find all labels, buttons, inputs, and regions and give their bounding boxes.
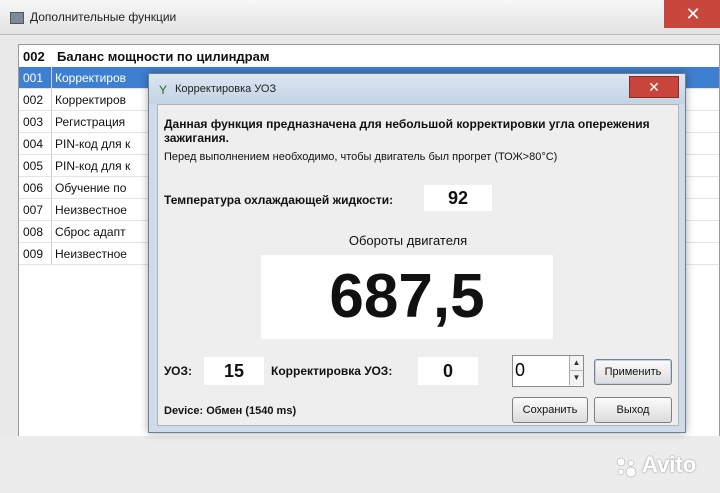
list-item-code: 009 — [23, 247, 44, 261]
list-item-name: Регистрация — [55, 115, 126, 129]
list-item-name: Обучение по — [55, 181, 127, 195]
dialog-titlebar: Y Корректировка УОЗ ✕ — [149, 74, 685, 104]
uoz-value: 15 — [204, 357, 264, 385]
dialog-title: Корректировка УОЗ — [175, 83, 277, 95]
list-header-name: Баланс мощности по цилиндрам — [57, 49, 270, 64]
list-item-code: 008 — [23, 225, 44, 239]
description-text: Данная функция предназначена для небольш… — [164, 117, 650, 145]
coolant-temp-label: Температура охлаждающей жидкости: — [164, 193, 394, 207]
dialog-close-button[interactable]: ✕ — [629, 76, 679, 98]
list-item-name: Сброс адапт — [55, 225, 126, 239]
list-item-code: 002 — [23, 93, 44, 107]
column-divider — [51, 111, 52, 132]
dialog-app-icon: Y — [159, 83, 168, 97]
uoz-correction-value: 0 — [418, 357, 478, 385]
column-divider — [51, 221, 52, 242]
dialog-body: Данная функция предназначена для небольш… — [157, 104, 679, 426]
list-item-code: 005 — [23, 159, 44, 173]
exit-button[interactable]: Выход — [594, 397, 672, 423]
bottom-strip — [0, 436, 720, 493]
engine-rpm-panel: 687,5 — [261, 255, 553, 339]
list-item-code: 006 — [23, 181, 44, 195]
avito-watermark: Avito — [642, 452, 697, 477]
uoz-label: УОЗ: — [164, 364, 193, 378]
engine-rpm-value: 687,5 — [329, 262, 485, 331]
uoz-correction-dialog: Y Корректировка УОЗ ✕ Данная функция пре… — [148, 73, 686, 433]
device-status: Device: Обмен (1540 ms) — [164, 405, 297, 417]
list-item-code: 001 — [23, 71, 44, 85]
avito-logo-icon — [616, 457, 637, 478]
uoz-correction-label: Корректировка УОЗ: — [271, 364, 393, 378]
coolant-temp-value: 92 — [424, 185, 492, 211]
column-divider — [51, 177, 52, 198]
list-item-name: Неизвестное — [55, 203, 127, 217]
column-divider — [51, 67, 52, 88]
list-item-code: 004 — [23, 137, 44, 151]
column-divider — [51, 155, 52, 176]
column-divider — [51, 243, 52, 264]
list-item-name: Корректиров — [55, 93, 126, 107]
main-close-button[interactable]: ✕ — [664, 0, 720, 28]
main-titlebar: Дополнительные функции ✕ — [0, 0, 720, 35]
list-item-name: PIN-код для к — [55, 137, 131, 151]
list-header: 002 Баланс мощности по цилиндрам — [19, 45, 719, 68]
main-window-title: Дополнительные функции — [30, 10, 177, 24]
column-divider — [51, 133, 52, 154]
column-divider — [51, 89, 52, 110]
spinner-down-icon[interactable]: ▼ — [569, 371, 583, 385]
app-icon — [10, 12, 24, 24]
warning-note: Перед выполнением необходимо, чтобы двиг… — [164, 151, 558, 163]
column-divider — [51, 199, 52, 220]
spinner-up-icon[interactable]: ▲ — [569, 356, 583, 371]
list-item-name: Неизвестное — [55, 247, 127, 261]
correction-spinner[interactable]: ▲ ▼ — [512, 355, 584, 387]
correction-spinner-input[interactable] — [515, 360, 565, 381]
list-header-code: 002 — [23, 49, 45, 64]
list-item-name: Корректиров — [55, 71, 126, 85]
save-button[interactable]: Сохранить — [512, 397, 588, 423]
list-item-name: PIN-код для к — [55, 159, 131, 173]
engine-rpm-label: Обороты двигателя — [348, 233, 468, 248]
list-item-code: 003 — [23, 115, 44, 129]
apply-button[interactable]: Применить — [594, 359, 672, 385]
list-item-code: 007 — [23, 203, 44, 217]
